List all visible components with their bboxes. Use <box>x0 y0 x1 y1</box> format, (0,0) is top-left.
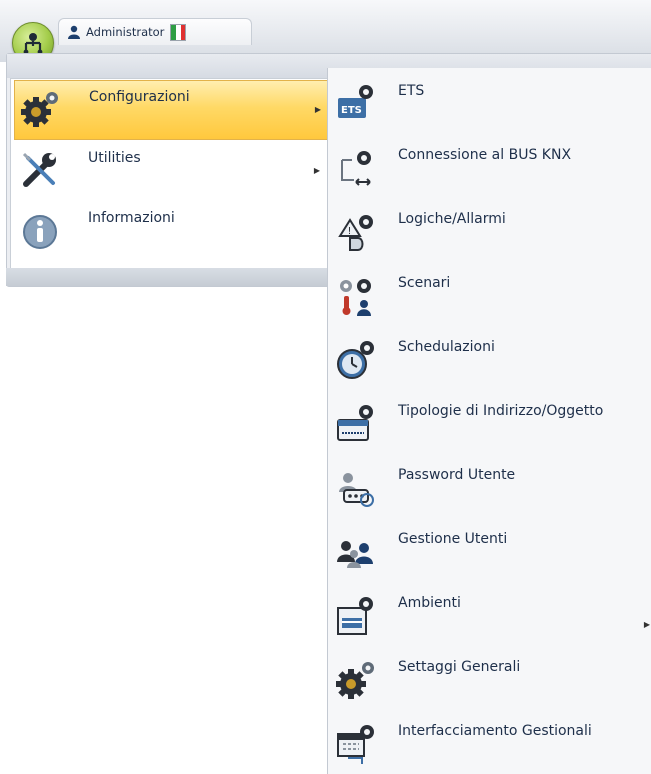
submenu-item-settaggi-generali[interactable]: Settaggi Generali <box>328 644 651 708</box>
submenu-item-label: Settaggi Generali <box>398 659 521 675</box>
submenu-item-label: Logiche/Allarmi <box>398 211 506 227</box>
address-type-icon <box>334 402 378 446</box>
submenu-item-label: Tipologie di Indirizzo/Oggetto <box>398 403 604 419</box>
rooms-icon <box>334 594 378 638</box>
user-tab[interactable]: Administrator <box>58 18 252 45</box>
menu-item-label: Configurazioni <box>89 89 190 105</box>
submenu-item-label: Connessione al BUS KNX <box>398 147 572 163</box>
configurazioni-submenu: ETS ETS Connessione al BUS KNX ! Logiche… <box>327 68 651 774</box>
submenu-item-logiche-allarmi[interactable]: ! Logiche/Allarmi <box>328 196 651 260</box>
submenu-item-scenari[interactable]: Scenari <box>328 260 651 324</box>
users-icon <box>334 530 378 574</box>
user-name: Administrator <box>86 25 165 39</box>
submenu-item-label: Gestione Utenti <box>398 531 508 547</box>
submenu-item-label: Ambienti <box>398 595 461 611</box>
gears-icon <box>21 89 61 129</box>
italian-flag-icon[interactable] <box>170 23 187 41</box>
chevron-right-icon: ▶ <box>314 105 321 114</box>
ets-icon: ETS <box>334 82 378 126</box>
flag-red-band <box>180 24 186 40</box>
submenu-item-label: Scenari <box>398 275 451 291</box>
submenu-item-password-utente[interactable]: Password Utente <box>328 452 651 516</box>
submenu-item-ets[interactable]: ETS ETS <box>328 68 651 132</box>
menu-bottom-bar <box>6 268 328 286</box>
menu-item-configurazioni[interactable]: Configurazioni ▶ <box>14 80 330 140</box>
svg-text:!: ! <box>348 226 352 237</box>
tools-icon <box>20 150 60 190</box>
svg-text:ETS: ETS <box>341 105 362 116</box>
chevron-right-icon: ▶ <box>643 620 650 629</box>
menu-item-label: Utilities <box>88 150 141 166</box>
submenu-item-ambienti[interactable]: Ambienti <box>328 580 651 644</box>
submenu-item-label: ETS <box>398 83 425 99</box>
clock-icon <box>334 338 378 382</box>
logic-alarm-icon: ! <box>334 210 378 254</box>
menu-item-informazioni[interactable]: Informazioni <box>14 202 328 260</box>
submenu-item-label: Interfacciamento Gestionali <box>398 723 592 739</box>
submenu-item-label: Schedulazioni <box>398 339 495 355</box>
menu-item-label: Informazioni <box>88 210 175 226</box>
calendar-interface-icon <box>334 722 378 766</box>
menu-item-utilities[interactable]: Utilities ▶ <box>14 142 328 200</box>
submenu-item-gestione-utenti[interactable]: Gestione Utenti <box>328 516 651 580</box>
submenu-item-tipologie[interactable]: Tipologie di Indirizzo/Oggetto <box>328 388 651 452</box>
user-password-icon <box>334 466 378 510</box>
submenu-item-label: Password Utente <box>398 467 516 483</box>
submenu-item-schedulazioni[interactable]: Schedulazioni <box>328 324 651 388</box>
scenarios-icon <box>334 274 378 318</box>
bus-connection-icon <box>334 146 378 190</box>
user-icon <box>67 25 81 39</box>
general-settings-icon <box>334 658 378 702</box>
chevron-right-icon: ▶ <box>313 166 320 175</box>
submenu-item-interfacciamento[interactable]: Interfacciamento Gestionali <box>328 708 651 772</box>
info-icon <box>20 210 60 250</box>
submenu-item-bus-knx[interactable]: Connessione al BUS KNX <box>328 132 651 196</box>
